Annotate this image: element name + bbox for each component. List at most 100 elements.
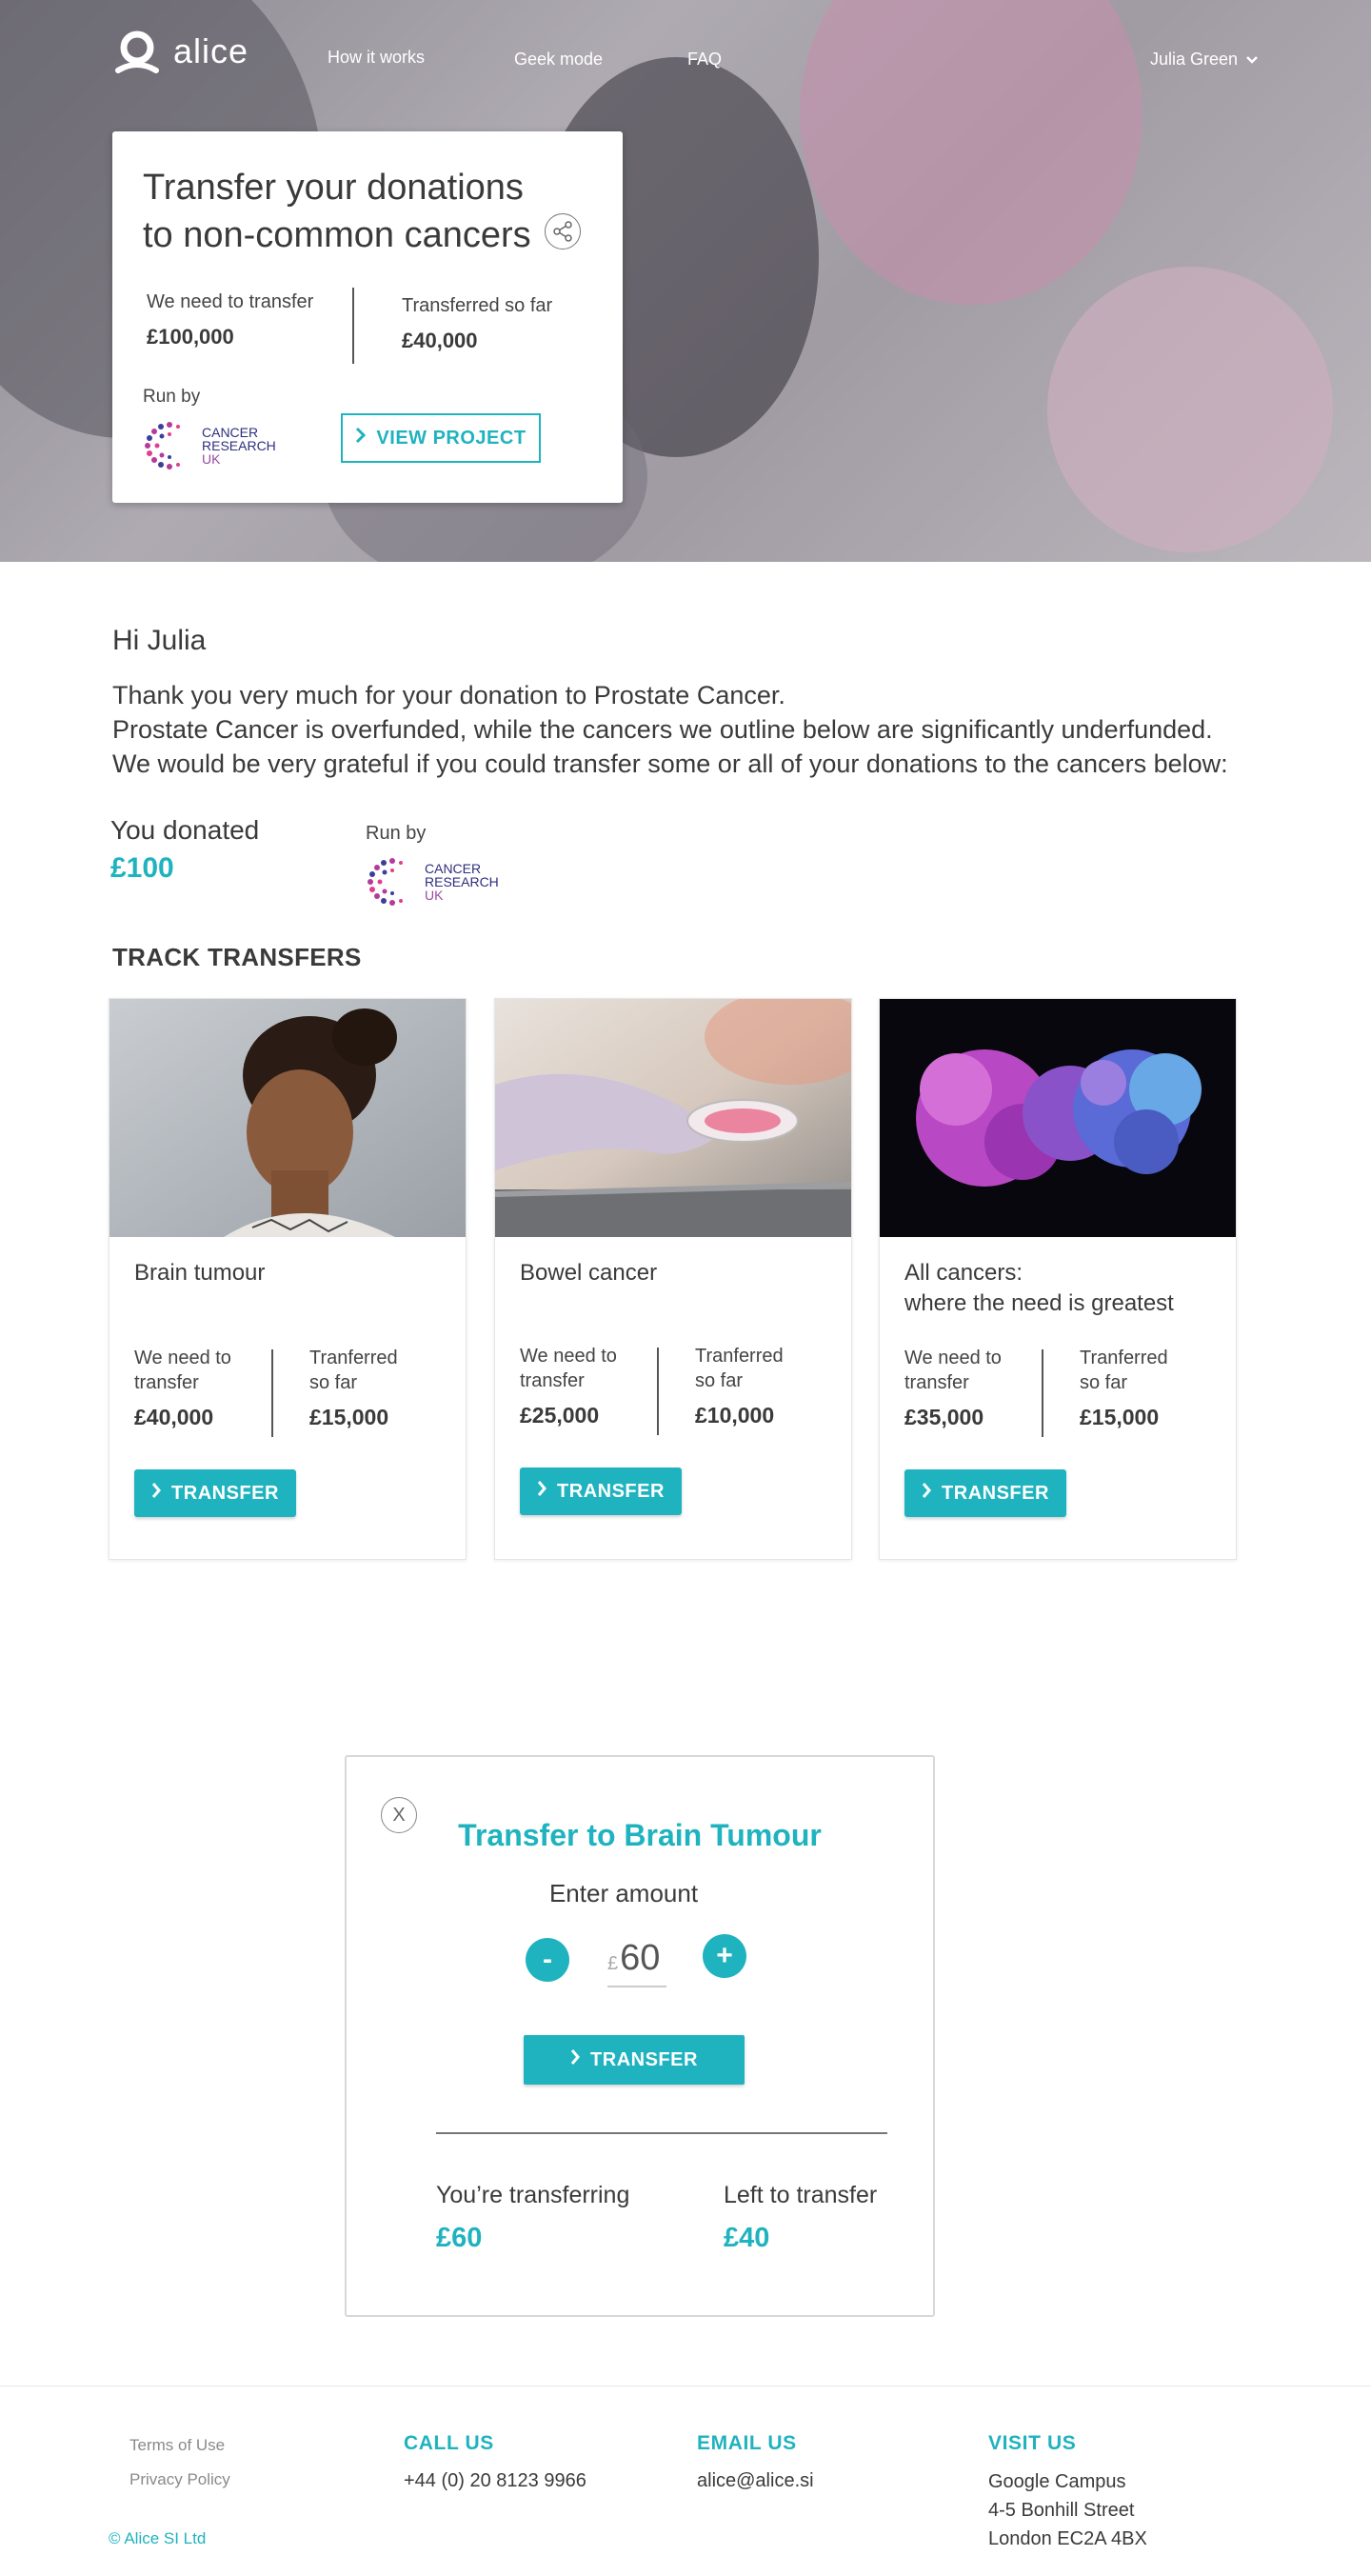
project-title-line2: to non-common cancers bbox=[143, 215, 531, 255]
card-title-line1: Brain tumour bbox=[134, 1260, 266, 1286]
increase-amount-button[interactable]: + bbox=[703, 1934, 746, 1978]
need-label: We need to transfer bbox=[147, 291, 314, 312]
currency-symbol: £ bbox=[607, 1953, 619, 1974]
amount-value: 60 bbox=[620, 1938, 661, 1978]
chevron-down-icon bbox=[1245, 50, 1259, 70]
modal-transfer-button[interactable]: TRANSFER bbox=[524, 2035, 745, 2085]
need-label-2: transfer bbox=[904, 1372, 969, 1393]
transfer-button[interactable]: TRANSFER bbox=[520, 1468, 682, 1515]
transferred-so-far: Transferred so far £40,000 bbox=[402, 295, 552, 353]
run-by-label: Run by bbox=[143, 387, 201, 407]
view-project-button[interactable]: VIEW PROJECT bbox=[341, 413, 541, 463]
cancer-research-uk-logo: CANCER RESEARCH UK bbox=[141, 419, 276, 472]
card-title-line2: where the need is greatest bbox=[904, 1290, 1174, 1316]
cru-line2: RESEARCH bbox=[202, 438, 276, 453]
chevron-right-icon bbox=[922, 1482, 932, 1505]
phone-number[interactable]: +44 (0) 20 8123 9966 bbox=[404, 2466, 586, 2495]
user-menu[interactable]: Julia Green bbox=[1150, 50, 1259, 70]
project-title: Transfer your donations to non-common ca… bbox=[143, 164, 531, 259]
card-divider bbox=[271, 1349, 273, 1437]
card-need: We need to transfer £35,000 bbox=[904, 1346, 1002, 1430]
left-label: Left to transfer bbox=[724, 2182, 878, 2208]
transfer-modal: X Transfer to Brain Tumour Enter amount … bbox=[345, 1755, 935, 2317]
so-far-label-1: Tranferred bbox=[1080, 1348, 1168, 1368]
greeting: Hi Julia bbox=[112, 625, 207, 656]
card-divider bbox=[657, 1348, 659, 1435]
nav-how-it-works[interactable]: How it works bbox=[328, 48, 425, 68]
so-far-value: £40,000 bbox=[402, 329, 478, 352]
card-title: Brain tumour bbox=[134, 1258, 265, 1288]
brain-tumour-image bbox=[109, 999, 466, 1237]
hero-banner: alice How it works Geek mode FAQ Julia G… bbox=[0, 0, 1371, 562]
cru-text: CANCER RESEARCH UK bbox=[202, 426, 276, 466]
modal-title: Transfer to Brain Tumour bbox=[458, 1818, 822, 1852]
track-transfers-title: TRACK TRANSFERS bbox=[112, 943, 362, 971]
transfer-button[interactable]: TRANSFER bbox=[904, 1469, 1066, 1517]
left-to-transfer: Left to transfer £40 bbox=[724, 2182, 877, 2254]
need-label-1: We need to bbox=[134, 1348, 231, 1368]
need-label-2: transfer bbox=[520, 1370, 585, 1391]
amount-input[interactable]: £ 60 bbox=[607, 1938, 666, 1987]
so-far-label-2: so far bbox=[695, 1370, 744, 1391]
left-value: £40 bbox=[724, 2223, 770, 2253]
cru-line2: RESEARCH bbox=[425, 874, 499, 889]
email-us-heading: EMAIL US bbox=[697, 2432, 797, 2454]
cancer-research-uk-logo: CANCER RESEARCH UK bbox=[364, 855, 499, 909]
plus-icon: + bbox=[716, 1940, 733, 1971]
call-us-heading: CALL US bbox=[404, 2432, 494, 2454]
alice-logo[interactable]: alice bbox=[112, 27, 248, 76]
cru-text: CANCER RESEARCH UK bbox=[425, 862, 499, 902]
intro-text: Thank you very much for your donation to… bbox=[112, 678, 1228, 781]
logo-text: alice bbox=[173, 31, 249, 70]
card-need-label: We need to transfer bbox=[520, 1344, 617, 1393]
address-line1: Google Campus bbox=[988, 2471, 1126, 2492]
visit-us-heading: VISIT US bbox=[988, 2432, 1077, 2454]
card-so-far-value: £15,000 bbox=[309, 1405, 389, 1429]
intro-line1: Thank you very much for your donation to… bbox=[112, 681, 785, 709]
cause-card-all-cancers: All cancers: where the need is greatest … bbox=[879, 998, 1237, 1560]
enter-amount-label: Enter amount bbox=[548, 1879, 699, 1907]
privacy-policy-link[interactable]: Privacy Policy bbox=[129, 2470, 230, 2489]
project-title-line1: Transfer your donations bbox=[143, 168, 524, 208]
address: Google Campus 4-5 Bonhill Street London … bbox=[988, 2467, 1147, 2553]
stat-divider bbox=[352, 288, 354, 364]
card-so-far-label: Tranferred so far bbox=[695, 1344, 784, 1393]
cancer-cells-image bbox=[880, 999, 1236, 1237]
minus-icon: - bbox=[543, 1944, 552, 1975]
card-need-value: £25,000 bbox=[520, 1403, 600, 1428]
transferring-label: You’re transferring bbox=[436, 2182, 630, 2208]
alice-logo-icon bbox=[112, 27, 162, 76]
cru-mark-icon bbox=[368, 858, 403, 906]
share-icon[interactable] bbox=[545, 213, 581, 250]
need-label-1: We need to bbox=[520, 1346, 617, 1367]
card-so-far-value: £15,000 bbox=[1080, 1405, 1160, 1429]
transfer-button[interactable]: TRANSFER bbox=[134, 1469, 296, 1517]
card-need: We need to transfer £40,000 bbox=[134, 1346, 231, 1430]
cru-line1: CANCER bbox=[425, 861, 482, 876]
nav-geek-mode[interactable]: Geek mode bbox=[514, 50, 603, 70]
bowel-cancer-image bbox=[495, 999, 851, 1237]
project-card: Transfer your donations to non-common ca… bbox=[112, 131, 623, 503]
transfer-label: TRANSFER bbox=[171, 1482, 279, 1504]
nav-faq[interactable]: FAQ bbox=[687, 50, 722, 70]
chevron-right-icon bbox=[151, 1482, 162, 1505]
address-line2: 4-5 Bonhill Street bbox=[988, 2500, 1135, 2521]
transfer-label: TRANSFER bbox=[557, 1480, 665, 1502]
terms-of-use-link[interactable]: Terms of Use bbox=[129, 2436, 225, 2455]
card-need: We need to transfer £25,000 bbox=[520, 1344, 617, 1428]
cause-card-brain-tumour: Brain tumour We need to transfer £40,000 … bbox=[109, 998, 467, 1560]
so-far-label-1: Tranferred bbox=[309, 1348, 398, 1368]
copyright-text: Alice SI Ltd bbox=[124, 2529, 207, 2547]
card-so-far-label: Tranferred so far bbox=[1080, 1346, 1168, 1395]
view-project-label: VIEW PROJECT bbox=[376, 427, 527, 449]
copyright: © Alice SI Ltd bbox=[109, 2529, 206, 2548]
card-title-line1: Bowel cancer bbox=[520, 1260, 658, 1286]
transfer-label: TRANSFER bbox=[942, 1482, 1049, 1504]
you-are-transferring: You’re transferring £60 bbox=[436, 2182, 629, 2254]
cru-line1: CANCER bbox=[202, 425, 259, 440]
need-value: £100,000 bbox=[147, 325, 234, 349]
decrease-amount-button[interactable]: - bbox=[526, 1938, 569, 1982]
user-name: Julia Green bbox=[1149, 50, 1238, 69]
email-link[interactable]: alice@alice.si bbox=[697, 2466, 814, 2495]
intro-line2: Prostate Cancer is overfunded, while the… bbox=[112, 715, 1213, 744]
